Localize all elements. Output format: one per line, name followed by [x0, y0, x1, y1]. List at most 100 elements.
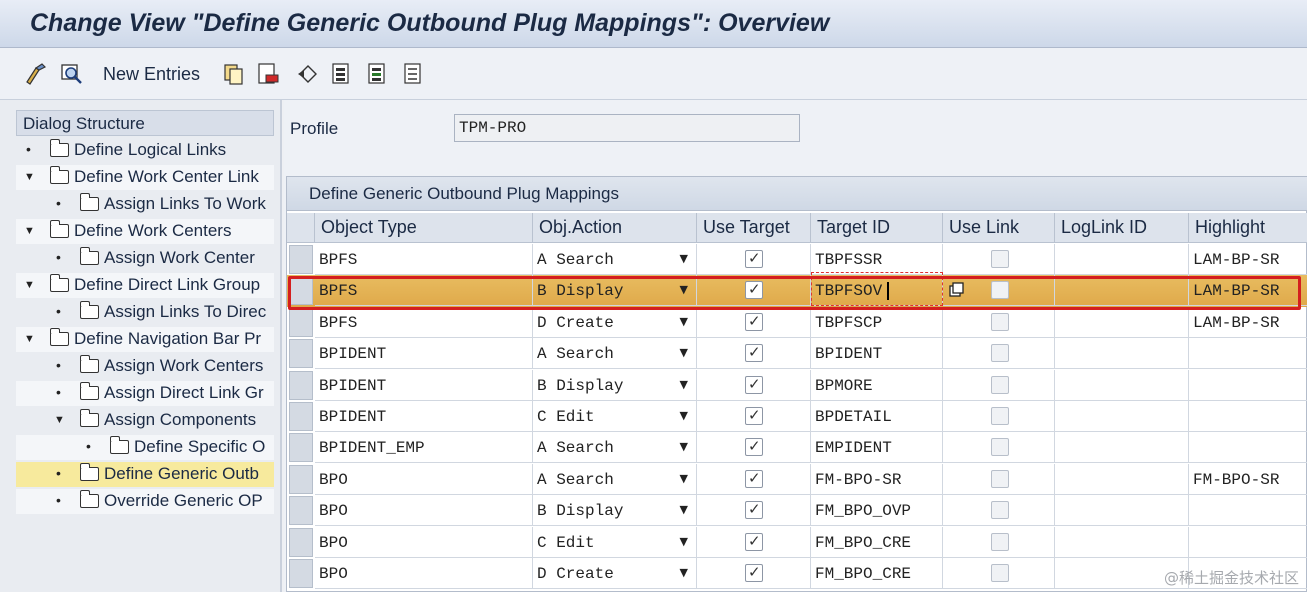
object-type-cell[interactable]: BPO	[315, 464, 533, 495]
loglink-id-field[interactable]	[1055, 495, 1189, 526]
use-link-cell[interactable]	[943, 401, 1055, 432]
tree-item[interactable]: ▼ Define Work Centers	[16, 219, 274, 244]
object-type-cell[interactable]: BPFS	[315, 307, 533, 338]
use-link-cell[interactable]	[943, 464, 1055, 495]
obj-action-dropdown[interactable]: B Display	[533, 370, 697, 401]
use-target-checkbox[interactable]	[745, 469, 763, 488]
use-target-cell[interactable]	[697, 370, 811, 401]
row-selector[interactable]	[289, 528, 313, 557]
target-id-field[interactable]: FM-BPO-SR	[811, 464, 943, 495]
undo-change-icon[interactable]	[296, 62, 320, 86]
tree-item[interactable]: • Assign Work Center	[16, 246, 274, 271]
row-selector[interactable]	[289, 339, 313, 368]
loglink-id-field[interactable]	[1055, 244, 1189, 275]
loglink-id-field[interactable]	[1055, 275, 1189, 306]
use-link-cell[interactable]	[943, 370, 1055, 401]
loglink-id-field[interactable]	[1055, 307, 1189, 338]
target-id-field[interactable]: TBPFSSR	[811, 244, 943, 275]
use-target-cell[interactable]	[697, 495, 811, 526]
highlight-cell[interactable]	[1189, 527, 1307, 558]
tree-item[interactable]: • Assign Links To Work	[16, 192, 274, 217]
row-selector[interactable]	[289, 465, 313, 494]
use-target-checkbox[interactable]	[745, 563, 763, 582]
use-link-checkbox[interactable]	[991, 407, 1009, 425]
column-header-object-type[interactable]: Object Type	[315, 213, 533, 243]
use-link-cell[interactable]	[943, 432, 1055, 463]
obj-action-dropdown[interactable]: B Display	[533, 275, 697, 306]
target-id-field[interactable]: FM_BPO_CRE	[811, 527, 943, 558]
highlight-cell[interactable]	[1189, 401, 1307, 432]
select-block-icon[interactable]	[366, 62, 390, 86]
obj-action-dropdown[interactable]: B Display	[533, 495, 697, 526]
use-target-cell[interactable]	[697, 558, 811, 589]
use-link-checkbox[interactable]	[991, 376, 1009, 394]
tree-item[interactable]: ▼ Define Work Center Link	[16, 165, 274, 190]
loglink-id-field[interactable]	[1055, 527, 1189, 558]
column-header-use-target[interactable]: Use Target	[697, 213, 811, 243]
use-link-cell[interactable]	[943, 527, 1055, 558]
loglink-id-field[interactable]	[1055, 401, 1189, 432]
obj-action-dropdown[interactable]: A Search	[533, 464, 697, 495]
tree-item[interactable]: • Define Generic Outb	[16, 462, 274, 487]
obj-action-dropdown[interactable]: A Search	[533, 338, 697, 369]
target-id-field[interactable]: FM_BPO_OVP	[811, 495, 943, 526]
active-edit-field[interactable]	[811, 272, 943, 306]
use-link-checkbox[interactable]	[991, 501, 1009, 519]
use-link-checkbox[interactable]	[991, 313, 1009, 331]
use-target-checkbox[interactable]	[745, 280, 763, 299]
select-all-icon[interactable]	[330, 62, 354, 86]
deselect-all-icon[interactable]	[402, 62, 426, 86]
expand-triangle-icon[interactable]: ▼	[24, 333, 35, 345]
row-selector[interactable]	[289, 371, 313, 400]
loglink-id-field[interactable]	[1055, 338, 1189, 369]
display-change-icon[interactable]	[24, 62, 48, 86]
object-type-cell[interactable]: BPO	[315, 527, 533, 558]
tree-item[interactable]: • Override Generic OP	[16, 489, 274, 514]
highlight-cell[interactable]	[1189, 495, 1307, 526]
obj-action-dropdown[interactable]: A Search	[533, 432, 697, 463]
column-header-highlight[interactable]: Highlight	[1189, 213, 1307, 243]
highlight-cell[interactable]	[1189, 338, 1307, 369]
profile-field[interactable]: TPM-PRO	[454, 114, 800, 142]
target-id-field[interactable]: FM_BPO_CRE	[811, 558, 943, 589]
tree-item[interactable]: ▼ Assign Components	[16, 408, 274, 433]
tree-item[interactable]: ▼ Define Direct Link Group	[16, 273, 274, 298]
loglink-id-field[interactable]	[1055, 464, 1189, 495]
expand-triangle-icon[interactable]: ▼	[24, 171, 35, 183]
highlight-cell[interactable]: LAM-BP-SR	[1189, 275, 1307, 306]
target-id-field[interactable]: BPMORE	[811, 370, 943, 401]
object-type-cell[interactable]: BPFS	[315, 275, 533, 306]
use-target-cell[interactable]	[697, 401, 811, 432]
value-help-icon[interactable]	[949, 282, 965, 298]
object-type-cell[interactable]: BPIDENT_EMP	[315, 432, 533, 463]
use-link-checkbox[interactable]	[991, 470, 1009, 488]
use-target-checkbox[interactable]	[745, 437, 763, 456]
object-type-cell[interactable]: BPFS	[315, 244, 533, 275]
tree-item[interactable]: • Define Specific O	[16, 435, 274, 460]
column-header-loglink-id[interactable]: LogLink ID	[1055, 213, 1189, 243]
new-entries-button[interactable]: New Entries	[103, 64, 200, 85]
obj-action-dropdown[interactable]: D Create	[533, 558, 697, 589]
obj-action-dropdown[interactable]: C Edit	[533, 527, 697, 558]
highlight-cell[interactable]: FM-BPO-SR	[1189, 464, 1307, 495]
row-selector[interactable]	[289, 245, 313, 274]
object-type-cell[interactable]: BPO	[315, 495, 533, 526]
row-selector[interactable]	[289, 308, 313, 337]
use-link-cell[interactable]	[943, 558, 1055, 589]
use-target-cell[interactable]	[697, 432, 811, 463]
object-type-cell[interactable]: BPIDENT	[315, 370, 533, 401]
obj-action-dropdown[interactable]: D Create	[533, 307, 697, 338]
use-link-cell[interactable]	[943, 307, 1055, 338]
use-target-checkbox[interactable]	[745, 532, 763, 551]
use-target-checkbox[interactable]	[745, 312, 763, 331]
highlight-cell[interactable]	[1189, 432, 1307, 463]
expand-triangle-icon[interactable]: ▼	[24, 279, 35, 291]
use-target-cell[interactable]	[697, 244, 811, 275]
column-header-obj-action[interactable]: Obj.Action	[533, 213, 697, 243]
target-id-field[interactable]: BPIDENT	[811, 338, 943, 369]
use-target-checkbox[interactable]	[745, 249, 763, 268]
row-selector[interactable]	[289, 559, 313, 588]
delete-icon[interactable]	[256, 62, 280, 86]
object-type-cell[interactable]: BPIDENT	[315, 401, 533, 432]
copy-as-icon[interactable]	[222, 62, 246, 86]
